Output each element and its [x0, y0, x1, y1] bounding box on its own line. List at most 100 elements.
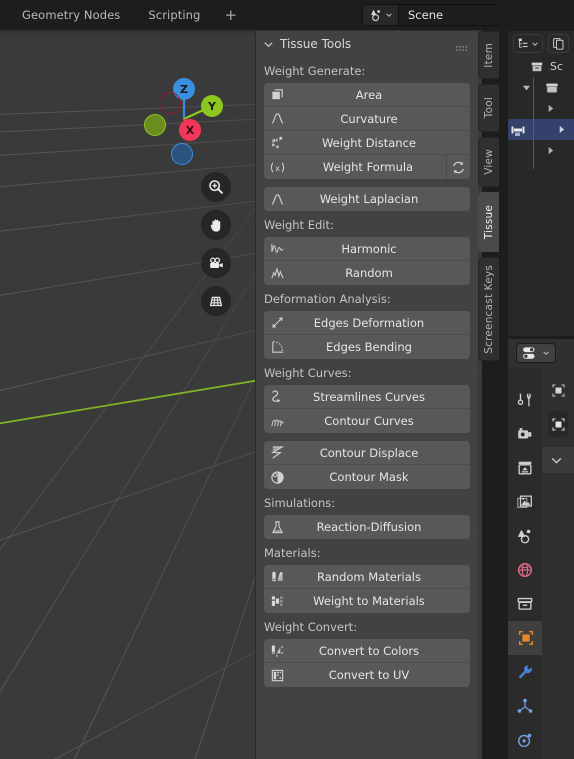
button-weight-distance[interactable]: Weight Distance — [264, 131, 470, 155]
tab-particles[interactable] — [508, 689, 542, 723]
tab-label: Tool — [483, 97, 495, 119]
tab-physics[interactable] — [508, 723, 542, 757]
gizmo-axis-neg-x[interactable] — [159, 92, 181, 114]
toggle-orthographic-button[interactable] — [201, 286, 231, 316]
add-workspace-button[interactable]: + — [214, 0, 247, 30]
outliner-row-child-1[interactable] — [508, 98, 574, 119]
edges-deformation-icon — [264, 311, 290, 335]
button-convert-to-colors[interactable]: Convert to Colors — [264, 639, 470, 663]
outliner-editor[interactable]: Sc — [508, 31, 574, 336]
object-breadcrumb[interactable] — [548, 377, 568, 403]
view-layer-images-icon — [517, 495, 532, 508]
gizmo-axis-neg-z[interactable] — [171, 143, 193, 165]
disclosure-triangle-right-icon[interactable] — [546, 104, 555, 113]
button-group-weight-edit: Harmonic Random — [264, 237, 470, 285]
convert-to-colors-icon — [264, 639, 290, 663]
disclosure-triangle-right-icon[interactable] — [557, 125, 566, 134]
tab-view-layer[interactable] — [508, 485, 542, 519]
button-label: Contour Curves — [324, 414, 414, 428]
physics-orbit-icon — [517, 733, 532, 748]
outliner-row-selected[interactable] — [508, 119, 574, 140]
tab-item[interactable]: Item — [478, 31, 499, 79]
tab-tool[interactable]: Tool — [478, 84, 499, 132]
outliner-row-child-2[interactable] — [508, 140, 574, 161]
button-edges-bending[interactable]: Edges Bending — [264, 335, 470, 359]
navigation-gizmo[interactable]: Z Y X — [138, 67, 230, 165]
object-square-icon — [518, 630, 534, 646]
button-contour-displace[interactable]: Contour Displace — [264, 441, 470, 465]
panel-header[interactable]: Tissue Tools — [256, 31, 478, 57]
zoom-button[interactable] — [201, 172, 231, 202]
button-contour-curves[interactable]: Contour Curves — [264, 409, 470, 433]
curvature-icon — [264, 107, 290, 131]
disclosure-triangle-down-icon[interactable] — [522, 83, 531, 92]
tab-view[interactable]: View — [478, 137, 499, 187]
outliner-row-collection[interactable] — [508, 77, 574, 98]
topbar: Geometry Nodes Scripting + Scene — [0, 0, 574, 30]
properties-tab-rail — [508, 369, 542, 759]
tab-world[interactable] — [508, 553, 542, 587]
button-convert-to-uv[interactable]: Convert to UV — [264, 663, 470, 687]
button-area[interactable]: Area — [264, 83, 470, 107]
chevron-down-icon[interactable] — [263, 39, 274, 50]
gizmo-axis-y[interactable]: Y — [201, 95, 223, 117]
tab-render[interactable] — [508, 417, 542, 451]
gizmo-axis-x[interactable]: X — [179, 119, 201, 141]
workspace-tab-scripting[interactable]: Scripting — [134, 0, 214, 30]
button-random[interactable]: Random — [264, 261, 470, 285]
properties-body — [542, 369, 574, 759]
gizmo-axis-neg-y[interactable] — [144, 114, 166, 136]
tab-output[interactable] — [508, 451, 542, 485]
tab-object[interactable] — [508, 621, 542, 655]
edges-bending-icon — [264, 335, 290, 359]
tool-screwdriver-wrench-icon — [517, 393, 532, 407]
button-edges-deformation[interactable]: Edges Deformation — [264, 311, 470, 335]
button-label: Weight Laplacian — [319, 192, 419, 206]
refresh-icon[interactable] — [446, 155, 470, 179]
outliner-scene-label: Sc — [550, 60, 564, 73]
button-weight-formula[interactable]: x Weight Formula — [264, 155, 470, 179]
camera-view-button[interactable] — [201, 248, 231, 278]
tab-label: View — [483, 149, 495, 175]
object-selector[interactable] — [548, 411, 568, 437]
tab-modifier[interactable] — [508, 655, 542, 689]
viewport-tool-buttons — [201, 172, 231, 316]
button-weight-to-materials[interactable]: Weight to Materials — [264, 589, 470, 613]
tab-collection[interactable] — [508, 587, 542, 621]
tab-tool[interactable] — [508, 383, 542, 417]
button-weight-laplacian[interactable]: Weight Laplacian — [264, 187, 470, 211]
button-label: Weight Distance — [321, 135, 416, 150]
outliner-row-scene[interactable]: Sc — [508, 56, 574, 77]
button-random-materials[interactable]: Random Materials — [264, 565, 470, 589]
button-group-deformation-analysis: Edges Deformation Edges Bending — [264, 311, 470, 359]
button-label: Streamlines Curves — [313, 389, 425, 404]
tab-screencast-keys[interactable]: Screencast Keys — [478, 257, 499, 361]
flask-icon — [264, 515, 290, 539]
grip-dots-icon[interactable] — [456, 40, 470, 51]
contour-mask-icon — [264, 465, 290, 489]
outliner-filter-button[interactable] — [548, 34, 569, 53]
hand-icon — [210, 219, 221, 232]
editor-type-button[interactable] — [516, 343, 556, 363]
properties-panel-header[interactable] — [542, 447, 574, 473]
tab-scene[interactable] — [508, 519, 542, 553]
copy-icon — [553, 38, 564, 50]
button-streamlines-curves[interactable]: Streamlines Curves — [264, 385, 470, 409]
disclosure-triangle-right-icon[interactable] — [546, 146, 555, 155]
browse-scene-button[interactable] — [362, 4, 398, 26]
button-label: Contour Displace — [319, 445, 419, 460]
tab-label: Screencast Keys — [483, 264, 495, 354]
workspace-tab-geometry-nodes[interactable]: Geometry Nodes — [8, 0, 134, 30]
button-reaction-diffusion[interactable]: Reaction-Diffusion — [264, 515, 470, 539]
button-contour-mask[interactable]: Contour Mask — [264, 465, 470, 489]
button-harmonic[interactable]: Harmonic — [264, 237, 470, 261]
chevron-down-icon[interactable] — [550, 454, 563, 467]
collection-icon — [545, 82, 559, 93]
button-label: Random — [345, 266, 393, 280]
section-label-weight-convert: Weight Convert: — [264, 620, 358, 634]
pan-view-button[interactable] — [201, 210, 231, 240]
button-curvature[interactable]: Curvature — [264, 107, 470, 131]
output-printer-icon — [518, 461, 532, 475]
tab-tissue[interactable]: Tissue — [478, 192, 499, 252]
outliner-display-mode-button[interactable] — [513, 34, 543, 53]
